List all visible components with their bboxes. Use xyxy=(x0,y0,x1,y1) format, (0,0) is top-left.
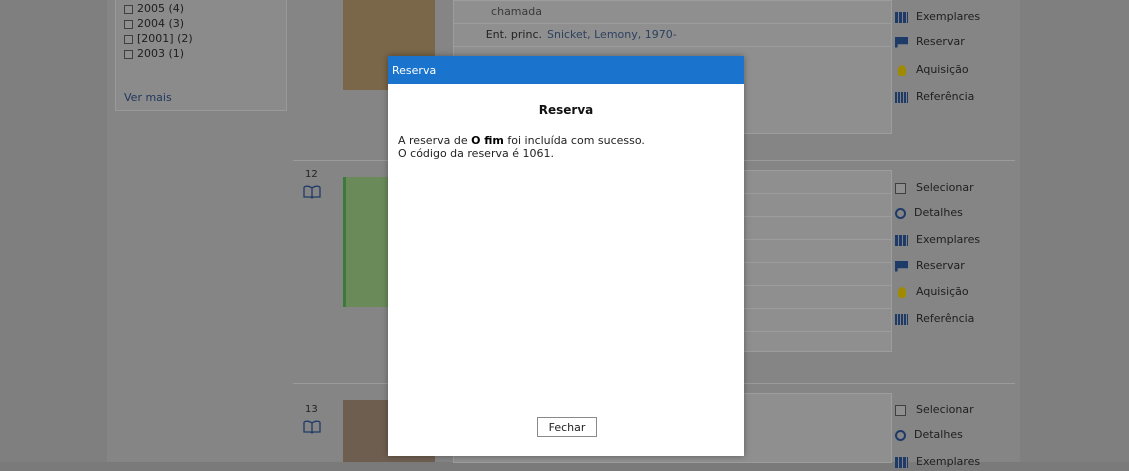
action-label: Reservar xyxy=(916,259,965,272)
checkbox-icon[interactable] xyxy=(124,19,133,29)
facet-label: 2005 (4) xyxy=(137,2,185,15)
record-number: 12 xyxy=(305,169,318,180)
action-label: Exemplares xyxy=(916,10,981,23)
action-label: Aquisição xyxy=(916,285,969,298)
exemplares-action[interactable]: Exemplares xyxy=(895,231,980,249)
flag-icon xyxy=(895,260,908,272)
flag-icon xyxy=(895,36,908,48)
checkbox-icon[interactable] xyxy=(124,34,133,44)
dialog-message: A reserva de O fim foi incluída com suce… xyxy=(398,134,645,160)
facet-item-2004[interactable]: 2004 (3) xyxy=(124,17,184,31)
meta-row: Ent. princ. Snicket, Lemony, 1970- xyxy=(454,24,891,47)
lightbulb-icon xyxy=(898,64,906,76)
see-more-link[interactable]: Ver mais xyxy=(124,91,172,104)
action-label: Detalhes xyxy=(914,206,963,219)
reservation-dialog: Reserva Reserva A reserva de O fim foi i… xyxy=(388,56,744,456)
action-label: Selecionar xyxy=(916,181,974,194)
dialog-header: Reserva xyxy=(388,56,744,84)
exemplares-icon xyxy=(895,234,908,246)
exemplares-action[interactable]: Exemplares xyxy=(895,453,980,471)
aquisicao-action[interactable]: Aquisição xyxy=(895,283,969,301)
meta-label: chamada xyxy=(491,5,542,18)
reservar-action[interactable]: Reservar xyxy=(895,33,965,51)
selecionar-action[interactable]: Selecionar xyxy=(895,179,974,197)
referencia-action[interactable]: Referência xyxy=(895,310,974,328)
action-label: Reservar xyxy=(916,35,965,48)
facet-label: [2001] (2) xyxy=(137,32,193,45)
action-label: Exemplares xyxy=(916,455,981,468)
success-message: A reserva de O fim foi incluída com suce… xyxy=(398,134,645,147)
exemplares-icon xyxy=(895,456,908,468)
search-icon xyxy=(895,207,906,219)
author-link[interactable]: Snicket, Lemony, 1970- xyxy=(547,24,677,46)
year-facet-box: 2005 (4) 2004 (3) [2001] (2) 2003 (1) Ve… xyxy=(115,0,287,111)
exemplares-action[interactable]: Exemplares xyxy=(895,8,980,26)
action-label: Aquisição xyxy=(916,63,969,76)
reservar-action[interactable]: Reservar xyxy=(895,257,965,275)
facet-label: 2004 (3) xyxy=(137,17,185,30)
message-prefix: A reserva de xyxy=(398,134,472,147)
selecionar-action[interactable]: Selecionar xyxy=(895,401,974,419)
checkbox-icon[interactable] xyxy=(895,182,906,194)
detalhes-action[interactable]: Detalhes xyxy=(895,204,963,222)
action-label: Detalhes xyxy=(914,428,963,441)
detalhes-action[interactable]: Detalhes xyxy=(895,426,963,444)
facet-item-2005[interactable]: 2005 (4) xyxy=(124,2,184,16)
action-label: Exemplares xyxy=(916,233,981,246)
book-title: O fim xyxy=(471,134,504,147)
exemplares-icon xyxy=(895,11,908,23)
reservation-code-message: O código da reserva é 1061. xyxy=(398,147,554,160)
dialog-title: Reserva xyxy=(538,103,594,117)
book-icon xyxy=(303,185,321,199)
referencia-action[interactable]: Referência xyxy=(895,88,974,106)
checkbox-icon[interactable] xyxy=(124,4,133,14)
meta-label: Ent. princ. xyxy=(485,28,542,41)
aquisicao-action[interactable]: Aquisição xyxy=(895,61,969,79)
lightbulb-icon xyxy=(898,286,906,298)
meta-row: chamada xyxy=(454,1,891,24)
checkbox-icon[interactable] xyxy=(895,404,906,416)
message-suffix: foi incluída com sucesso. xyxy=(503,134,645,147)
action-label: Referência xyxy=(916,90,975,103)
facet-item-2003[interactable]: 2003 (1) xyxy=(124,47,184,61)
checkbox-icon[interactable] xyxy=(124,49,133,59)
books-icon xyxy=(895,313,908,325)
books-icon xyxy=(895,91,908,103)
facet-item-2001[interactable]: [2001] (2) xyxy=(124,32,193,46)
facet-label: 2003 (1) xyxy=(137,47,185,60)
action-label: Selecionar xyxy=(916,403,974,416)
book-icon xyxy=(303,420,321,434)
action-label: Referência xyxy=(916,312,975,325)
close-button[interactable]: Fechar xyxy=(537,417,597,437)
record-number: 13 xyxy=(305,404,318,415)
search-icon xyxy=(895,429,906,441)
